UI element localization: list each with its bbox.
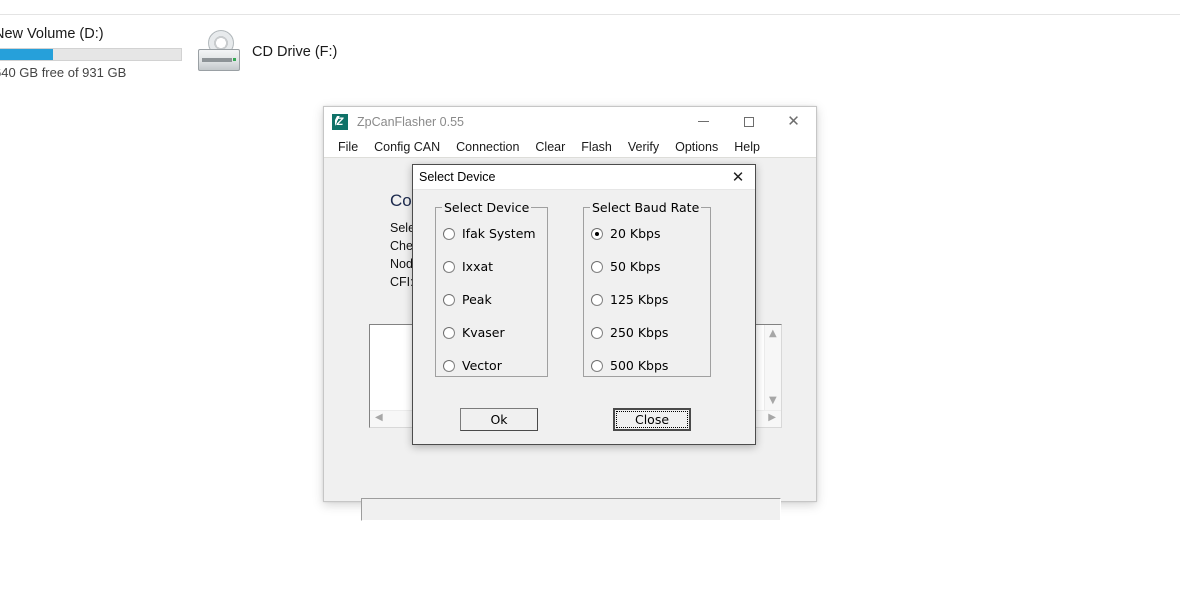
dialog-body: Select Device Ifak System Ixxat Peak Kva… — [413, 190, 755, 444]
baud-rate-groupbox-legend: Select Baud Rate — [590, 200, 702, 215]
window-title: ZpCanFlasher 0.55 — [357, 114, 465, 129]
radio-mark-icon — [443, 293, 455, 306]
menu-bar: File Config CAN Connection Clear Flash V… — [324, 136, 816, 158]
drive-capacity-bar — [0, 48, 182, 61]
baud-rate-groupbox: Select Baud Rate 20 Kbps 50 Kbps 125 Kbp… — [583, 200, 711, 377]
title-bar[interactable]: Z ZpCanFlasher 0.55 ✕ — [324, 107, 816, 136]
radio-label: Kvaser — [462, 325, 505, 340]
scroll-up-icon[interactable]: ▲ — [769, 329, 777, 339]
device-groupbox: Select Device Ifak System Ixxat Peak Kva… — [435, 200, 548, 377]
menu-item-file[interactable]: File — [330, 138, 366, 156]
dialog-title-bar[interactable]: Select Device ✕ — [413, 165, 755, 190]
cd-drive-icon — [196, 28, 244, 76]
radio-mark-icon — [443, 326, 455, 339]
radio-mark-icon — [443, 227, 455, 240]
dialog-title: Select Device — [419, 170, 496, 184]
minimize-icon[interactable] — [681, 107, 726, 136]
radio-mark-icon — [591, 359, 603, 372]
radio-baud-20kbps[interactable]: 20 Kbps — [591, 226, 660, 241]
radio-label: Peak — [462, 292, 492, 307]
cd-slot-icon — [202, 58, 232, 62]
ok-button[interactable]: Ok — [460, 408, 538, 431]
drive-tile-cd[interactable]: CD Drive (F:) — [196, 28, 416, 76]
scroll-right-icon[interactable]: ▶ — [768, 413, 776, 423]
radio-device-peak[interactable]: Peak — [443, 292, 492, 307]
menu-item-verify[interactable]: Verify — [620, 138, 667, 156]
scroll-left-icon[interactable]: ◀ — [375, 413, 383, 423]
close-glyph: ✕ — [787, 112, 800, 130]
select-device-dialog: Select Device ✕ Select Device Ifak Syste… — [412, 164, 756, 445]
radio-mark-icon — [443, 359, 455, 372]
drive-list: New Volume (D:) 640 GB free of 931 GB CD… — [0, 26, 1180, 86]
radio-label: 250 Kbps — [610, 325, 669, 340]
radio-baud-125kbps[interactable]: 125 Kbps — [591, 292, 668, 307]
drive-name-cd: CD Drive (F:) — [252, 44, 338, 60]
close-icon[interactable]: ✕ — [771, 107, 816, 136]
close-button[interactable]: Close — [613, 408, 691, 431]
radio-label: 500 Kbps — [610, 358, 669, 373]
radio-mark-icon — [443, 260, 455, 273]
radio-label: 125 Kbps — [610, 292, 669, 307]
radio-label: Ixxat — [462, 259, 494, 274]
cd-led-icon — [233, 58, 236, 61]
log-vertical-scrollbar[interactable]: ▲ ▼ — [764, 325, 781, 410]
content-heading: Co — [390, 191, 412, 210]
menu-item-config-can[interactable]: Config CAN — [366, 138, 448, 156]
menu-item-help[interactable]: Help — [726, 138, 768, 156]
radio-label: 50 Kbps — [610, 259, 661, 274]
radio-label: Vector — [462, 358, 502, 373]
radio-device-ixxat[interactable]: Ixxat — [443, 259, 493, 274]
drive-tile-local[interactable]: New Volume (D:) 640 GB free of 931 GB — [0, 26, 194, 80]
radio-baud-50kbps[interactable]: 50 Kbps — [591, 259, 660, 274]
radio-baud-250kbps[interactable]: 250 Kbps — [591, 325, 668, 340]
drive-capacity-text: 640 GB free of 931 GB — [0, 65, 127, 80]
radio-device-vector[interactable]: Vector — [443, 358, 502, 373]
dialog-close-icon[interactable]: ✕ — [721, 165, 755, 189]
radio-label: Ifak System — [462, 226, 536, 241]
radio-mark-icon — [591, 260, 603, 273]
radio-mark-icon — [591, 227, 603, 240]
content-line-node: Nod — [390, 257, 413, 271]
status-bar — [361, 498, 781, 521]
radio-label: 20 Kbps — [610, 226, 661, 241]
scroll-down-icon[interactable]: ▼ — [769, 396, 777, 406]
radio-device-kvaser[interactable]: Kvaser — [443, 325, 505, 340]
radio-mark-icon — [591, 326, 603, 339]
app-logo-glyph: Z — [336, 115, 344, 128]
menu-item-flash[interactable]: Flash — [573, 138, 620, 156]
menu-item-options[interactable]: Options — [667, 138, 726, 156]
radio-baud-500kbps[interactable]: 500 Kbps — [591, 358, 668, 373]
menu-item-connection[interactable]: Connection — [448, 138, 527, 156]
menu-item-clear[interactable]: Clear — [527, 138, 573, 156]
drive-name-local: New Volume (D:) — [0, 26, 104, 42]
focus-ring — [616, 411, 688, 428]
content-line-check: Che — [390, 239, 413, 253]
drive-capacity-fill — [0, 49, 53, 60]
content-line-cfi: CFI: — [390, 275, 414, 289]
radio-device-ifak-system[interactable]: Ifak System — [443, 226, 536, 241]
explorer-divider — [0, 14, 1180, 15]
maximize-icon[interactable] — [726, 107, 771, 136]
device-groupbox-legend: Select Device — [442, 200, 532, 215]
radio-mark-icon — [591, 293, 603, 306]
app-logo-icon: Z — [332, 113, 348, 130]
